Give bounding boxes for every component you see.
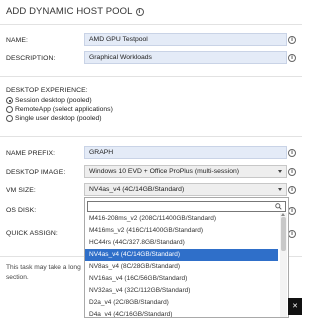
vm-size-dropdown[interactable]: M416-208ms_v2 (208C/11400GB/Standard) M4…: [84, 197, 289, 318]
divider: [0, 24, 302, 25]
desktop-image-select[interactable]: Windows 10 EVD + Office ProPlus (multi-s…: [84, 165, 287, 178]
vm-size-label: VM SIZE:: [6, 187, 36, 194]
dropdown-option[interactable]: NV32as_v4 (32C/112GB/Standard): [85, 285, 278, 297]
name-prefix-label: NAME PREFIX:: [6, 150, 56, 157]
name-input[interactable]: AMD GPU Testpool: [84, 33, 287, 46]
info-icon[interactable]: i: [135, 7, 144, 16]
vm-size-select[interactable]: NV4as_v4 (4C/14GB/Standard): [84, 183, 287, 196]
description-input[interactable]: Graphical Workloads: [84, 51, 287, 64]
chevron-down-icon: [278, 170, 282, 173]
description-info-icon[interactable]: i: [288, 54, 296, 62]
desktop-image-label: DESKTOP IMAGE:: [6, 169, 66, 176]
scrollbar-thumb[interactable]: [281, 217, 286, 251]
dropdown-option[interactable]: NV16as_v4 (16C/56GB/Standard): [85, 273, 278, 285]
task-note: This task may take a long section.: [6, 263, 86, 283]
name-prefix-info-icon[interactable]: i: [288, 149, 296, 157]
divider: [0, 136, 302, 137]
search-icon: [275, 203, 282, 210]
task-note-line: section.: [6, 274, 29, 281]
name-prefix-input[interactable]: GRAPH: [84, 146, 287, 159]
dropdown-list: M416-208ms_v2 (208C/11400GB/Standard) M4…: [85, 213, 278, 317]
page-title-text: ADD DYNAMIC HOST POOL: [6, 6, 133, 17]
radio-label: Single user desktop (pooled): [15, 115, 102, 122]
close-icon: ✕: [292, 303, 298, 310]
radio-label: RemoteApp (select applications): [15, 106, 113, 113]
dropdown-option[interactable]: NV8as_v4 (8C/28GB/Standard): [85, 261, 278, 273]
desktop-image-value: Windows 10 EVD + Office ProPlus (multi-s…: [89, 168, 240, 175]
radio-button[interactable]: [6, 115, 13, 122]
vm-size-info-icon[interactable]: i: [288, 186, 296, 194]
dropdown-option[interactable]: D2a_v4 (2C/8GB/Standard): [85, 297, 278, 309]
os-disk-label: OS DISK:: [6, 207, 37, 214]
dropdown-option[interactable]: D4a_v4 (4C/16GB/Standard): [85, 309, 278, 317]
chevron-down-icon: [278, 188, 282, 191]
dropdown-option-selected[interactable]: NV4as_v4 (4C/14GB/Standard): [85, 249, 278, 261]
radio-single-user[interactable]: Single user desktop (pooled): [6, 115, 102, 122]
name-label: NAME:: [6, 37, 29, 44]
radio-button[interactable]: [6, 97, 13, 104]
dropdown-option[interactable]: M416ms_v2 (416C/11400GB/Standard): [85, 225, 278, 237]
dropdown-scrollbar[interactable]: [280, 213, 287, 317]
desktop-experience-label: DESKTOP EXPERIENCE:: [6, 87, 88, 94]
dropdown-search-input[interactable]: [87, 201, 286, 212]
os-disk-info-icon[interactable]: i: [288, 207, 296, 215]
name-info-icon[interactable]: i: [288, 36, 296, 44]
quick-assign-label: QUICK ASSIGN:: [6, 230, 58, 237]
quick-assign-info-icon[interactable]: i: [288, 230, 296, 238]
radio-session-desktop[interactable]: Session desktop (pooled): [6, 97, 92, 104]
dropdown-option[interactable]: M416-208ms_v2 (208C/11400GB/Standard): [85, 213, 278, 225]
page-title: ADD DYNAMIC HOST POOL i: [6, 6, 144, 17]
close-button[interactable]: ✕: [288, 298, 302, 315]
task-note-line: This task may take a long: [6, 264, 81, 271]
desktop-image-info-icon[interactable]: i: [288, 168, 296, 176]
vm-size-value: NV4as_v4 (4C/14GB/Standard): [89, 186, 185, 193]
divider: [0, 76, 302, 77]
scroll-up-icon[interactable]: [281, 213, 285, 216]
description-label: DESCRIPTION:: [6, 55, 56, 62]
dropdown-option[interactable]: HC44rs (44C/327.8GB/Standard): [85, 237, 278, 249]
radio-label: Session desktop (pooled): [15, 97, 92, 104]
radio-button[interactable]: [6, 106, 13, 113]
radio-remoteapp[interactable]: RemoteApp (select applications): [6, 106, 113, 113]
